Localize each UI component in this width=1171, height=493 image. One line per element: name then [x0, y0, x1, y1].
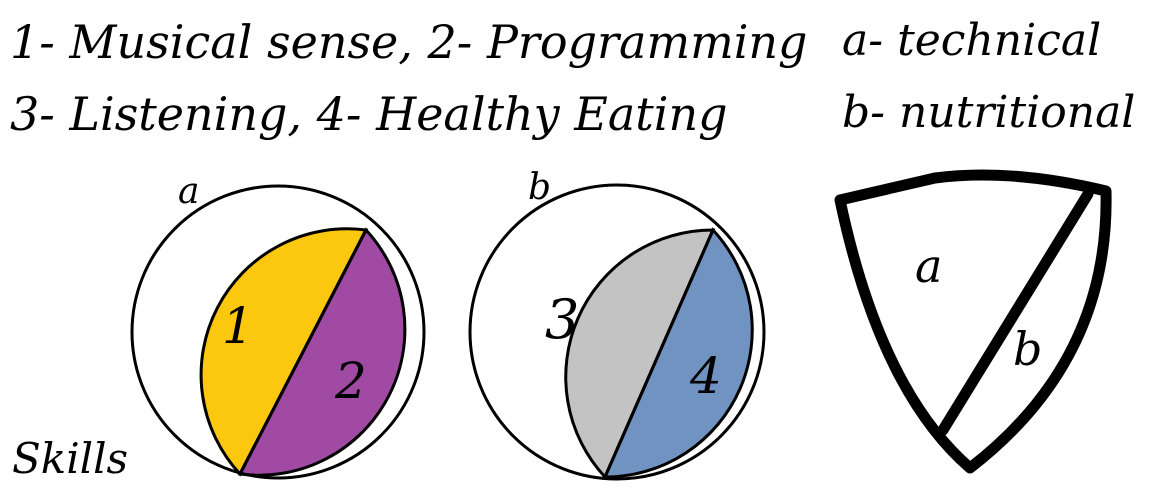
shield: a b: [834, 169, 1112, 474]
circle-b-label: b: [528, 167, 551, 208]
circle-a-label: a: [178, 171, 199, 212]
segment-3-label: 3: [545, 288, 579, 351]
legend-label-b: b- nutritional: [842, 87, 1135, 138]
skills-label: Skills: [12, 434, 128, 483]
segment-2-label: 2: [334, 352, 367, 410]
legend-label-a: a- technical: [842, 15, 1101, 66]
shield-label-a: a: [915, 239, 942, 293]
circle-b: 3 4 b: [468, 167, 766, 481]
shield-label-b: b: [1013, 322, 1042, 376]
shield-outline: [834, 169, 1112, 474]
legend-line-2: 3- Listening, 4- Healthy Eating: [10, 87, 728, 141]
diagram-canvas: 1- Musical sense, 2- Programming 3- List…: [10, 15, 1135, 483]
legend-line-1: 1- Musical sense, 2- Programming: [10, 15, 807, 69]
circle-a: 1 2 a: [130, 171, 426, 480]
segment-4-label: 4: [689, 347, 722, 405]
segment-1-label: 1: [222, 297, 254, 355]
